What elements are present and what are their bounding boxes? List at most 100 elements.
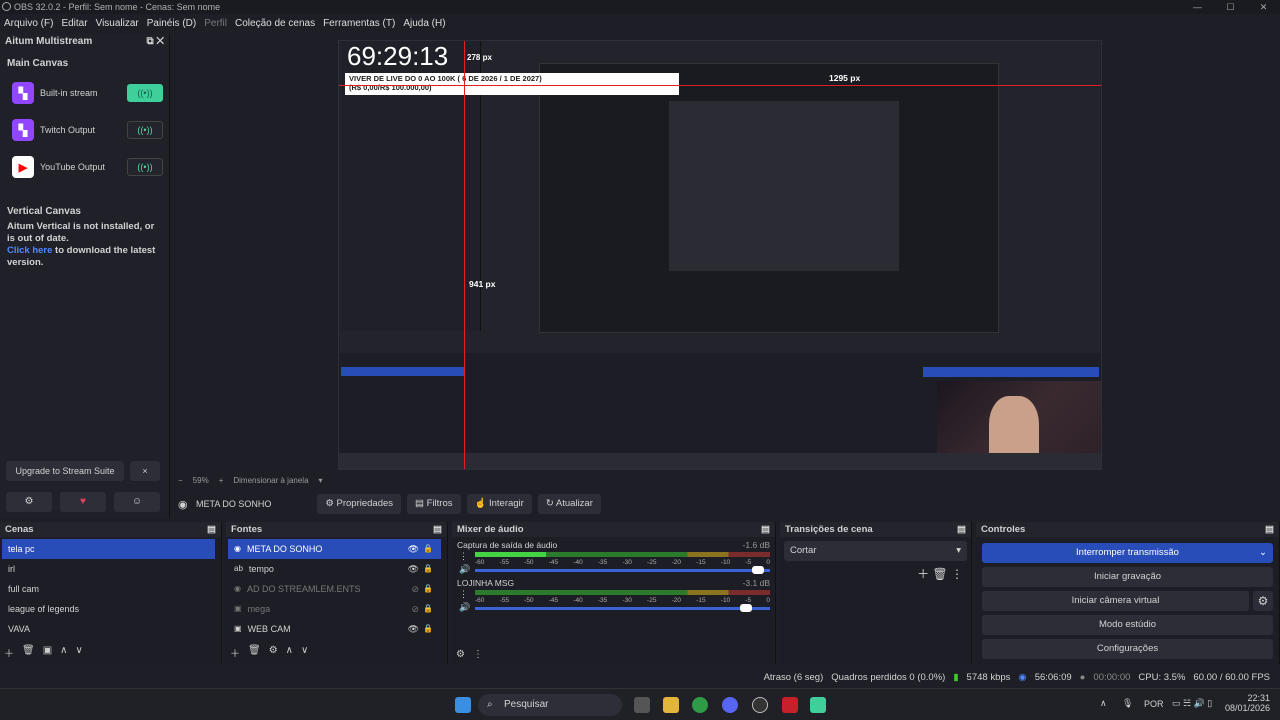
lock-icon[interactable]: 🔒 (423, 579, 433, 599)
zoom-out-icon[interactable]: − (178, 476, 183, 488)
scene-item[interactable]: tela pc (2, 539, 215, 559)
settings-button[interactable]: Configurações (982, 639, 1273, 659)
menu-item[interactable]: Painéis (D) (143, 16, 200, 32)
heart-icon[interactable]: ♥ (60, 492, 106, 512)
panel-menu-icon[interactable]: ▤ (207, 522, 216, 537)
trash-icon[interactable]: 🗑 (22, 645, 35, 660)
studio-mode-button[interactable]: Modo estúdio (982, 615, 1273, 635)
add-icon[interactable]: ＋ (230, 645, 240, 660)
float-icon[interactable]: ⧉ (146, 36, 153, 47)
panel-menu-icon[interactable]: ▤ (957, 522, 966, 537)
dismiss-upgrade-button[interactable]: × (130, 461, 160, 481)
obs-app-icon[interactable] (752, 697, 768, 713)
green-app-icon[interactable] (810, 697, 826, 713)
menu-item[interactable]: Perfil (200, 16, 231, 32)
arrow-down-icon[interactable]: ∨ (301, 645, 308, 660)
menu-item[interactable]: Arquivo (F) (0, 16, 57, 32)
interact-button[interactable]: ☝ Interagir (466, 494, 532, 514)
channel-menu-icon[interactable]: ⋮ (459, 551, 468, 562)
minimize-icon[interactable]: — (1181, 0, 1214, 14)
gear-icon[interactable]: ⚙ (456, 649, 465, 660)
source-item[interactable]: ab tempo 👁 🔒 (228, 559, 441, 579)
discord-icon[interactable]: ☺ (114, 492, 160, 512)
gear-icon[interactable]: ⚙ (269, 645, 278, 660)
add-icon[interactable]: ＋ (4, 645, 14, 660)
dock-close-icon[interactable]: ✕ (156, 36, 164, 47)
mic-icon[interactable]: 🎙 (1122, 698, 1133, 709)
source-item[interactable]: ◉ META DO SONHO 👁 🔒 (228, 539, 441, 559)
channel-menu-icon[interactable]: ⋮ (459, 589, 468, 600)
volume-slider[interactable]: 🔊 ⋮ (459, 589, 770, 612)
transition-select[interactable]: Cortar ▾ (784, 541, 967, 561)
tray-system-icons[interactable]: ▭ ☵ 🔊 ▯ (1172, 698, 1212, 709)
stream-toggle-icon[interactable]: ((•)) (127, 158, 163, 176)
panel-menu-icon[interactable]: ▤ (1265, 522, 1274, 537)
program-canvas[interactable]: 69:29:13 VIVER DE LIVE DO 0 AO 100K ( 6 … (338, 40, 1102, 470)
more-icon[interactable]: ⋮ (473, 649, 483, 660)
virtual-camera-settings-icon[interactable]: ⚙ (1253, 591, 1273, 611)
refresh-button[interactable]: ↻ Atualizar (537, 494, 601, 514)
trash-icon[interactable]: 🗑 (932, 567, 947, 581)
source-item[interactable]: ◉ AD DO STREAMLEM.ENTS ⊘ 🔒 (228, 579, 441, 599)
start-recording-button[interactable]: Iniciar gravação (982, 567, 1273, 587)
chrome-icon[interactable] (692, 697, 708, 713)
scene-item[interactable]: VAVA (2, 619, 215, 639)
trash-icon[interactable]: 🗑 (248, 645, 261, 660)
panel-menu-icon[interactable]: ▤ (761, 522, 770, 537)
volume-knob[interactable] (752, 566, 765, 574)
arrow-up-icon[interactable]: ∧ (60, 645, 67, 660)
visibility-icon[interactable]: 👁 (408, 559, 419, 579)
upgrade-button[interactable]: Upgrade to Stream Suite (6, 461, 124, 481)
visibility-icon[interactable]: ⊘ (411, 599, 419, 619)
scene-item[interactable]: league of legends (2, 599, 215, 619)
stop-stream-button[interactable]: Interromper transmissão ⌄ (982, 543, 1273, 563)
task-view-icon[interactable] (634, 697, 650, 713)
language-indicator[interactable]: POR (1144, 699, 1164, 709)
discord-app-icon[interactable] (722, 697, 738, 713)
scene-item[interactable]: full cam (2, 579, 215, 599)
tray-chevron-icon[interactable]: ∧ (1100, 698, 1107, 709)
menu-item[interactable]: Ajuda (H) (399, 16, 449, 32)
visibility-icon[interactable]: 👁 (408, 619, 419, 639)
lock-icon[interactable]: 🔒 (423, 559, 433, 579)
panel-menu-icon[interactable]: ▤ (433, 522, 442, 537)
arrow-down-icon[interactable]: ∨ (75, 645, 82, 660)
lock-icon[interactable]: 🔒 (423, 599, 433, 619)
menu-item[interactable]: Coleção de cenas (231, 16, 319, 32)
windows-start-icon[interactable] (455, 697, 471, 713)
filters-button[interactable]: ▤ Filtros (407, 494, 461, 514)
close-icon[interactable]: ✕ (1247, 0, 1280, 14)
volume-slider[interactable]: 🔊 ⋮ (459, 551, 770, 574)
visibility-icon[interactable]: ⊘ (411, 579, 419, 599)
lock-icon[interactable]: 🔒 (423, 619, 433, 639)
arrow-up-icon[interactable]: ∧ (286, 645, 293, 660)
menu-item[interactable]: Editar (57, 16, 91, 32)
speaker-icon[interactable]: 🔊 (459, 602, 470, 613)
volume-knob[interactable] (740, 604, 753, 612)
maximize-icon[interactable]: ☐ (1214, 0, 1247, 14)
red-app-icon[interactable] (782, 697, 798, 713)
zoom-in-icon[interactable]: + (219, 476, 224, 488)
filter-icon[interactable]: ▣ (43, 645, 52, 660)
properties-button[interactable]: ⚙ Propriedades (317, 494, 402, 514)
zoom-mode[interactable]: Dimensionar à janela (233, 476, 308, 488)
visibility-icon[interactable]: 👁 (408, 539, 419, 559)
gear-icon[interactable]: ⚙ (6, 492, 52, 512)
more-icon[interactable]: ⋮ (951, 567, 963, 581)
virtual-camera-button[interactable]: Iniciar câmera virtual (982, 591, 1249, 611)
lock-icon[interactable]: 🔒 (423, 539, 433, 559)
taskbar-search[interactable]: ⌕ Pesquisar (478, 694, 622, 716)
click-here-link[interactable]: Click here (7, 245, 52, 256)
file-explorer-icon[interactable] (663, 697, 679, 713)
speaker-icon[interactable]: 🔊 (459, 564, 470, 575)
clock[interactable]: 22:31 08/01/2026 (1224, 693, 1270, 713)
stream-toggle-icon[interactable]: ((•)) (127, 121, 163, 139)
source-item[interactable]: ▣ WEB CAM 👁 🔒 (228, 619, 441, 639)
source-item[interactable]: ▣ mega ⊘ 🔒 (228, 599, 441, 619)
menu-item[interactable]: Ferramentas (T) (319, 16, 399, 32)
stream-toggle-icon[interactable]: ((•)) (127, 84, 163, 102)
zoom-dropdown-icon[interactable]: ▾ (319, 476, 323, 488)
menu-item[interactable]: Visualizar (92, 16, 143, 32)
scene-item[interactable]: irl (2, 559, 215, 579)
add-icon[interactable]: ＋ (917, 567, 929, 581)
